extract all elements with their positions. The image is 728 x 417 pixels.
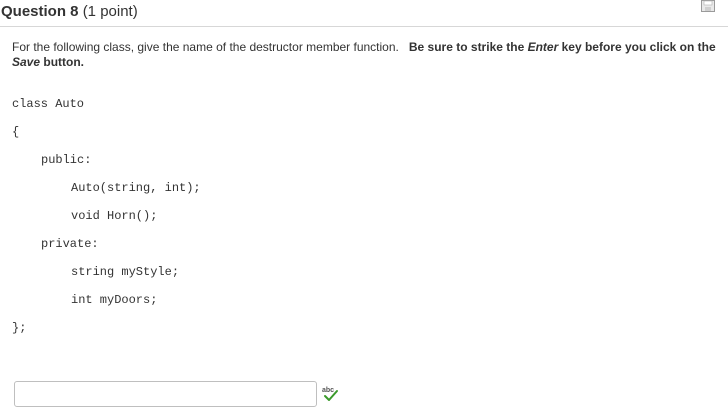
code-line: void Horn(); bbox=[71, 209, 158, 223]
instruction-part-2: key before you click on the bbox=[558, 40, 716, 54]
save-icon[interactable] bbox=[701, 0, 715, 12]
code-line: public: bbox=[41, 153, 92, 167]
answer-input[interactable] bbox=[14, 381, 317, 407]
code-line: class Auto bbox=[12, 97, 85, 111]
code-line: }; bbox=[12, 321, 27, 335]
question-prompt: For the following class, give the name o… bbox=[12, 40, 722, 70]
prompt-text: For the following class, give the name o… bbox=[12, 40, 399, 54]
code-line: private: bbox=[41, 237, 99, 251]
instruction-save: Save bbox=[12, 55, 41, 69]
instruction-part-3: button. bbox=[40, 55, 85, 69]
instruction-part-1: Be sure to strike the bbox=[408, 40, 528, 54]
code-line: int myDoors; bbox=[71, 293, 158, 307]
question-points: (1 point) bbox=[82, 3, 138, 20]
spellcheck-icon[interactable]: abc bbox=[322, 385, 340, 403]
question-header: Question 8 (1 point) bbox=[0, 0, 728, 27]
question-name: Question 8 bbox=[1, 3, 79, 20]
code-line: Auto(string, int); bbox=[71, 181, 201, 195]
question-title: Question 8 (1 point) bbox=[1, 3, 138, 20]
instruction-enter: Enter bbox=[527, 40, 559, 54]
code-line: { bbox=[12, 125, 20, 139]
code-line: string myStyle; bbox=[71, 265, 180, 279]
svg-text:abc: abc bbox=[322, 387, 334, 394]
